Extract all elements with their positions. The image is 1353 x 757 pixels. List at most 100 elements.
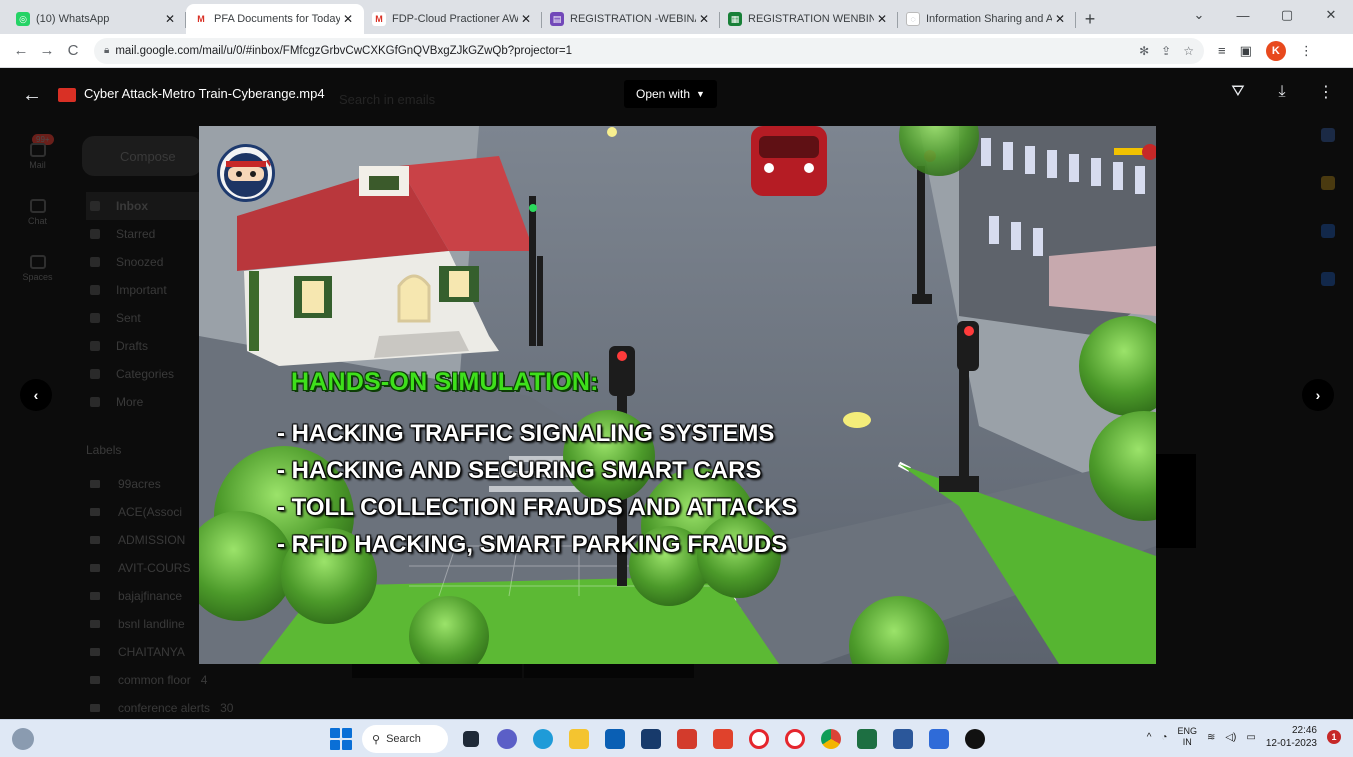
windows-taskbar: ⚲ Search ^ ◔ ENG IN ≋ ◁) ▭ 22:46 12-01-2… bbox=[0, 719, 1353, 757]
tab-fdp-cloud[interactable]: M FDP-Cloud Practioner AWS ✕ bbox=[364, 4, 542, 34]
caption-line: - RFID HACKING, SMART PARKING FRAUDS bbox=[277, 531, 788, 558]
photos-icon[interactable] bbox=[926, 726, 952, 752]
close-tab-icon[interactable]: ✕ bbox=[1052, 12, 1068, 26]
close-tab-icon[interactable]: ✕ bbox=[340, 12, 356, 26]
back-icon[interactable]: ← bbox=[8, 42, 34, 59]
chrome-icon[interactable] bbox=[818, 726, 844, 752]
close-tab-icon[interactable]: ✕ bbox=[874, 12, 890, 26]
whatsapp-icon: ◎ bbox=[16, 12, 30, 26]
tab-title: (10) WhatsApp bbox=[36, 13, 110, 25]
share-icon[interactable]: ⇪ bbox=[1161, 44, 1171, 58]
tasks-icon bbox=[1321, 224, 1335, 238]
notification-badge[interactable]: 1 bbox=[1327, 730, 1341, 744]
tab-title: REGISTRATION -WEBINAR bbox=[570, 13, 696, 25]
close-tab-icon[interactable]: ✕ bbox=[162, 12, 178, 26]
add-to-drive-icon[interactable]: ⛛ bbox=[1227, 83, 1249, 101]
spaces-icon bbox=[29, 254, 46, 269]
rail-mail: Mail bbox=[0, 128, 75, 184]
wifi-icon[interactable]: ≋ bbox=[1207, 732, 1215, 743]
side-panel-icon[interactable]: ▣ bbox=[1240, 43, 1252, 59]
mail-icon bbox=[29, 142, 46, 157]
clock[interactable]: 22:46 12-01-2023 bbox=[1266, 724, 1317, 750]
edge-icon[interactable] bbox=[530, 726, 556, 752]
tab-registration-webinar[interactable]: ▤ REGISTRATION -WEBINAR ✕ bbox=[542, 4, 720, 34]
caption-line: - HACKING TRAFFIC SIGNALING SYSTEMS bbox=[277, 420, 775, 447]
rail-spaces: Spaces bbox=[0, 240, 75, 296]
extension-icon[interactable]: ✻ bbox=[1139, 44, 1149, 58]
reload-icon[interactable]: C bbox=[60, 42, 86, 59]
windows-start-icon[interactable] bbox=[330, 728, 352, 750]
close-tab-icon[interactable]: ✕ bbox=[696, 12, 712, 26]
label-icon bbox=[90, 704, 100, 712]
file-explorer-icon[interactable] bbox=[566, 726, 592, 752]
opera-icon[interactable] bbox=[746, 726, 772, 752]
keep-icon bbox=[1321, 176, 1335, 190]
minimize-button[interactable]: — bbox=[1221, 0, 1265, 30]
close-tab-icon[interactable]: ✕ bbox=[518, 12, 534, 26]
battery-icon[interactable]: ▭ bbox=[1246, 732, 1255, 743]
mail-app-icon[interactable] bbox=[602, 726, 628, 752]
url-text[interactable]: mail.google.com/mail/u/0/#inbox/FMfcgzGr… bbox=[115, 45, 1139, 57]
volume-icon[interactable]: ◁) bbox=[1225, 732, 1236, 743]
reading-list-icon[interactable]: ≡ bbox=[1218, 43, 1226, 58]
label-icon bbox=[90, 592, 100, 600]
tab-title: Information Sharing and A bbox=[926, 13, 1052, 25]
window-controls: ⌄ — ▢ ✕ bbox=[1177, 0, 1353, 30]
label-icon bbox=[90, 564, 100, 572]
tab-information-sharing[interactable]: ◌ Information Sharing and A ✕ bbox=[898, 4, 1076, 34]
download-icon[interactable]: ⤓ bbox=[1271, 83, 1293, 101]
label-icon bbox=[90, 508, 100, 516]
tab-pfa-documents[interactable]: M PFA Documents for Today's ✕ bbox=[186, 4, 364, 34]
caption-line: - TOLL COLLECTION FRAUDS AND ATTACKS bbox=[277, 494, 798, 521]
file-name: Cyber Attack-Metro Train-Cyberange.mp4 bbox=[84, 86, 325, 101]
side-apps bbox=[1303, 128, 1353, 320]
search-icon: ⚲ bbox=[372, 733, 381, 746]
taskbar-search[interactable]: ⚲ Search bbox=[362, 725, 448, 753]
profile-avatar[interactable]: K bbox=[1265, 40, 1286, 61]
more-options-icon[interactable]: ⋮ bbox=[1315, 82, 1337, 102]
contacts-icon bbox=[1321, 272, 1335, 286]
forward-icon[interactable]: → bbox=[34, 42, 60, 59]
tab-title: REGISTRATION WENBINAR bbox=[748, 13, 874, 25]
viewer-toolbar: ← Cyber Attack-Metro Train-Cyberange.mp4… bbox=[0, 68, 1353, 122]
next-file-button[interactable]: › bbox=[1302, 379, 1334, 411]
language-indicator[interactable]: ENG IN bbox=[1177, 726, 1197, 748]
caption-heading: HANDS-ON SIMULATION: bbox=[291, 368, 599, 396]
network-icon[interactable]: ◔ bbox=[1161, 732, 1167, 743]
weather-icon[interactable] bbox=[12, 728, 34, 750]
bookmark-star-icon[interactable]: ☆ bbox=[1183, 44, 1194, 58]
open-with-button[interactable]: Open with ▼ bbox=[624, 80, 717, 108]
lock-icon[interactable]: 🔒︎ bbox=[104, 45, 109, 56]
omnibox[interactable]: 🔒︎ mail.google.com/mail/u/0/#inbox/FMfcg… bbox=[94, 37, 1204, 64]
video-file-icon bbox=[58, 88, 76, 102]
tab-title: PFA Documents for Today's bbox=[214, 13, 340, 25]
task-view-icon[interactable] bbox=[458, 726, 484, 752]
label-icon bbox=[90, 480, 100, 488]
label-icon bbox=[90, 620, 100, 628]
tab-search-icon[interactable]: ⌄ bbox=[1177, 0, 1221, 30]
sheets-icon: ▦ bbox=[728, 12, 742, 26]
word-icon[interactable] bbox=[890, 726, 916, 752]
store-icon[interactable] bbox=[638, 726, 664, 752]
tab-registration-wenbinar[interactable]: ▦ REGISTRATION WENBINAR ✕ bbox=[720, 4, 898, 34]
new-tab-button[interactable]: + bbox=[1076, 4, 1104, 34]
show-hidden-icons-icon[interactable]: ^ bbox=[1147, 732, 1152, 743]
tab-whatsapp[interactable]: ◎ (10) WhatsApp ✕ bbox=[8, 4, 186, 34]
recording-app-icon[interactable] bbox=[962, 726, 988, 752]
gmail-rail: Mail Chat Spaces bbox=[0, 128, 75, 296]
media-app-icon[interactable] bbox=[674, 726, 700, 752]
browser-tab-strip: ◎ (10) WhatsApp ✕ M PFA Documents for To… bbox=[0, 0, 1353, 34]
previous-file-button[interactable]: ‹ bbox=[20, 379, 52, 411]
close-window-button[interactable]: ✕ bbox=[1309, 0, 1353, 30]
gmail-icon: M bbox=[194, 12, 208, 26]
excel-icon[interactable] bbox=[854, 726, 880, 752]
more-menu-icon[interactable]: ⋮ bbox=[1300, 43, 1313, 59]
restore-button[interactable]: ▢ bbox=[1265, 0, 1309, 30]
chat-icon bbox=[29, 198, 46, 213]
opera-gx-icon[interactable] bbox=[782, 726, 808, 752]
close-viewer-arrow-icon[interactable]: ← bbox=[22, 84, 44, 106]
teams-chat-icon[interactable] bbox=[494, 726, 520, 752]
video-caption-overlay: HANDS-ON SIMULATION: - HACKING TRAFFIC S… bbox=[199, 126, 1156, 664]
office-icon[interactable] bbox=[710, 726, 736, 752]
video-player[interactable]: HANDS-ON SIMULATION: - HACKING TRAFFIC S… bbox=[199, 126, 1156, 664]
